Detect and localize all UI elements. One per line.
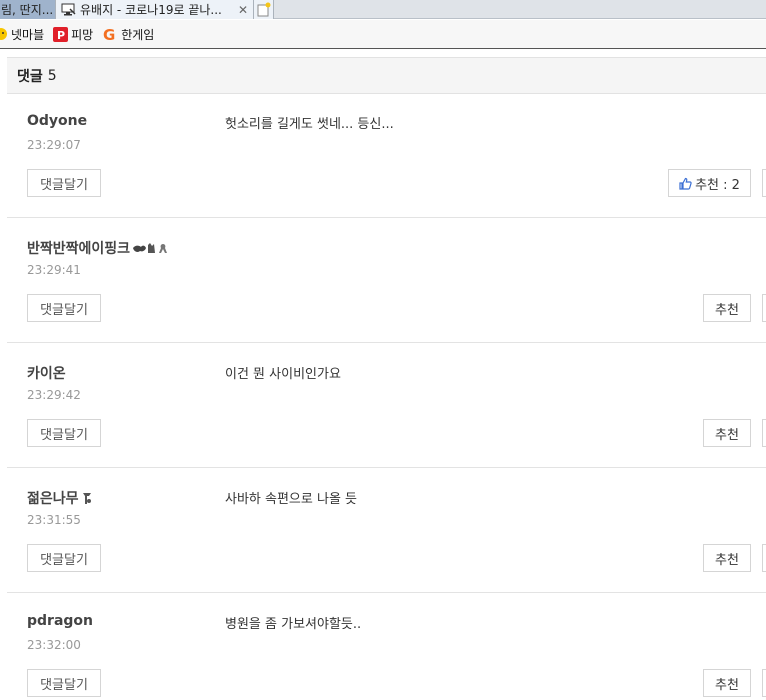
comment-text: 사바하 속편으로 나올 듯 (225, 492, 357, 507)
reply-button[interactable]: 댓글달기 (27, 294, 101, 322)
comment-author-name: pdragon (27, 613, 94, 629)
comment-time: 23:29:42 (27, 388, 81, 402)
recommend-button[interactable]: 추천 : 2 (668, 169, 751, 197)
recommend-button[interactable]: 추천 (703, 294, 751, 322)
close-tab-icon[interactable]: ✕ (238, 3, 248, 17)
comment-item: 반짝반짝에이핑크 23:29:41 댓글달기 추천 (7, 218, 766, 343)
spacer (0, 50, 766, 57)
comment-text: 이건 뭔 사이비인가요 (225, 367, 341, 382)
comment-item: 카이온 23:29:42 이건 뭔 사이비인가요 댓글달기 추천 (7, 343, 766, 468)
comments-title: 댓글 (17, 68, 43, 85)
bookmark-netmarble[interactable]: 넷마블 (0, 26, 44, 43)
comment-more-button[interactable] (762, 544, 766, 572)
bookmark-netmarble-label: 넷마블 (11, 27, 45, 42)
tab-2-label: 유배지 - 코로나19로 끝나... (80, 3, 222, 17)
svg-text:G: G (103, 26, 115, 42)
comment-time: 23:29:07 (27, 138, 81, 152)
comment-time: 23:31:55 (27, 513, 81, 527)
comments-header: 댓글 5 (7, 57, 766, 94)
comment-author-name: Odyone (27, 113, 88, 129)
comment-more-button[interactable] (762, 169, 766, 197)
nickname-icon (81, 492, 93, 505)
comment-item: Odyone 23:29:07 헛소리를 길게도 썻네... 등신... 댓글달… (7, 93, 766, 218)
comment-time: 23:29:41 (27, 263, 81, 277)
comment-more-button[interactable] (762, 669, 766, 697)
comment-author[interactable]: Odyone (27, 113, 87, 129)
reply-button[interactable]: 댓글달기 (27, 419, 101, 447)
comment-author[interactable]: 젊은나무 (27, 488, 93, 508)
bookmark-pmang-label: 피망 (71, 27, 94, 42)
comment-time: 23:32:00 (27, 638, 81, 652)
reply-button[interactable]: 댓글달기 (27, 169, 101, 197)
monitor-icon (60, 3, 76, 17)
browser-tab-1[interactable]: 림, 딴지... (0, 0, 56, 19)
comment-more-button[interactable] (762, 419, 766, 447)
comment-author[interactable]: pdragon (27, 613, 93, 629)
comment-author-name: 젊은나무 (27, 491, 79, 507)
comment-text: 병원을 좀 가보셔야할듯.. (225, 617, 362, 632)
comment-author-name: 카이온 (27, 366, 66, 382)
pmang-icon: P (53, 26, 69, 42)
comment-item: pdragon 23:32:00 병원을 좀 가보셔야할듯.. 댓글달기 추천 (7, 593, 766, 700)
new-tab-icon (257, 2, 270, 17)
reply-button[interactable]: 댓글달기 (27, 544, 101, 572)
comment-author[interactable]: 카이온 (27, 363, 66, 383)
comment-text: 헛소리를 길게도 썻네... 등신... (225, 117, 394, 132)
recommend-button[interactable]: 추천 (703, 544, 751, 572)
bookmark-hangame[interactable]: G 한게임 (102, 26, 154, 43)
nickname-icon (132, 242, 170, 255)
tab-1-label: 림, 딴지... (1, 3, 54, 17)
comment-more-button[interactable] (762, 294, 766, 322)
comment-author[interactable]: 반짝반짝에이핑크 (27, 238, 170, 258)
thumbs-up-icon (679, 177, 692, 190)
netmarble-icon (0, 27, 8, 41)
recommend-count-label: 추천 : 2 (695, 177, 740, 193)
browser-tab-bar: 림, 딴지... 유배지 - 코로나19로 끝나... ✕ (0, 0, 766, 19)
recommend-button[interactable]: 추천 (703, 419, 751, 447)
comment-author-name: 반짝반짝에이핑크 (27, 241, 131, 257)
reply-button[interactable]: 댓글달기 (27, 669, 101, 697)
bookmark-hangame-label: 한게임 (121, 27, 155, 42)
browser-tab-2[interactable]: 유배지 - 코로나19로 끝나... ✕ (56, 0, 254, 19)
new-tab-button[interactable] (254, 0, 274, 19)
comment-item: 젊은나무 23:31:55 사바하 속편으로 나올 듯 댓글달기 추천 (7, 468, 766, 593)
hangame-icon: G (102, 26, 118, 42)
comments-count: 5 (47, 67, 57, 84)
recommend-button[interactable]: 추천 (703, 669, 751, 697)
bookmarks-bar: 넷마블 P 피망 G 한게임 (0, 20, 766, 49)
svg-text:P: P (57, 29, 65, 42)
bookmark-pmang[interactable]: P 피망 (53, 26, 93, 43)
